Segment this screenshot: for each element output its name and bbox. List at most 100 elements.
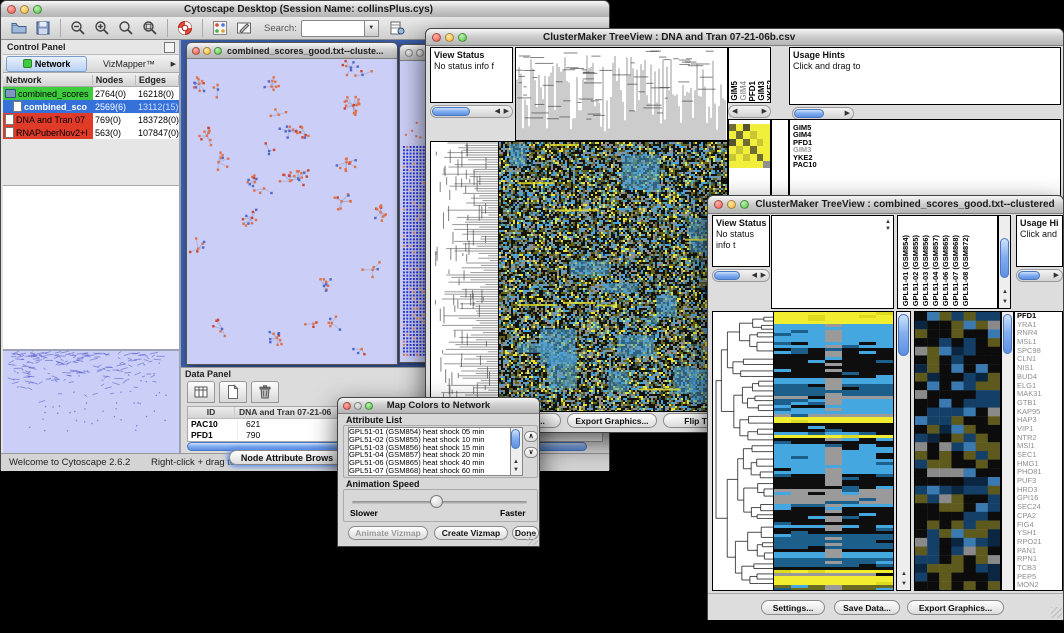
matrix-cell[interactable] [763,124,770,131]
array-label[interactable]: GPL51-08 (GSM872) [962,235,970,306]
network-canvas[interactable] [187,58,395,362]
array-label[interactable]: GIM3 [758,81,766,101]
tv2-column-labels[interactable]: GPL51-01 (GSM854)GPL51-02 (GSM855) GPL51-… [897,215,998,309]
network-name-cell[interactable]: RNAPuberNov2+I [3,126,93,139]
column-header[interactable]: Edges [136,75,179,85]
close-button[interactable] [714,200,723,209]
matrix-cell[interactable] [729,146,736,153]
close-button[interactable] [192,47,200,55]
move-down-button[interactable]: ∨ [524,447,538,458]
close-button[interactable] [432,33,441,42]
array-label[interactable]: GPL51-04 (GSM857) [932,235,940,306]
matrix-cell[interactable] [750,154,757,161]
matrix-cell[interactable] [743,139,750,146]
resize-grip[interactable] [527,534,538,545]
matrix-cell[interactable] [763,161,770,168]
network-overview-canvas[interactable] [3,351,177,451]
attribute-list-item[interactable]: GPL51-07 (GSM868) heat shock 60 min [349,467,511,475]
minimize-button[interactable] [416,49,424,57]
matrix-cell[interactable] [763,146,770,153]
window-controls[interactable] [1,5,48,14]
resize-grip[interactable] [1051,607,1062,618]
attribute-list[interactable]: GPL51-01 (GSM854) heat shock 05 minGPL51… [348,427,512,476]
column-header[interactable]: Nodes [93,75,136,85]
scroll-right-arrow[interactable]: ▶ [762,108,767,116]
close-button[interactable] [343,402,351,410]
matrix-cell[interactable] [757,154,764,161]
matrix-cell[interactable] [736,124,743,131]
new-doc-icon[interactable] [219,381,247,403]
array-label[interactable]: GPL51-02 (GSM855) [912,235,920,306]
network-table-icon[interactable] [385,17,409,39]
tv1-array-dendrogram[interactable] [515,47,728,141]
array-label[interactable]: GPL51-01 (GSM854) [902,235,910,306]
column-header[interactable]: Network [3,75,93,85]
scroll-up-arrow[interactable]: ▲ [513,458,519,466]
scroll-down-arrow[interactable]: ▼ [885,225,891,233]
table-row[interactable]: combined_scores2764(0)16218(0) [3,87,179,100]
matrix-cell[interactable] [757,139,764,146]
matrix-cell[interactable] [757,124,764,131]
tv2-array-dendrogram[interactable]: ▲ ▼ [771,215,894,309]
zoom-button[interactable] [740,200,749,209]
network-name-cell[interactable]: combined_sco [3,100,93,113]
array-label[interactable]: GPL51-07 (GSM868) [952,235,960,306]
zoom-button[interactable] [458,33,467,42]
zoom-fit-icon[interactable] [138,17,162,39]
tv1-gene-dendrogram[interactable] [430,141,499,412]
tv1-collabel-scrollbar[interactable]: ◀ ▶ [728,105,771,118]
matrix-cell[interactable] [743,161,750,168]
scroll-right-arrow[interactable]: ▶ [504,108,509,116]
minimize-button[interactable] [727,200,736,209]
tab-network[interactable]: Network [6,56,87,72]
matrix-cell[interactable] [763,139,770,146]
matrix-cell[interactable] [757,146,764,153]
tv2-hints-scrollbar[interactable]: ▶ [1016,269,1063,282]
vizmapper-icon[interactable] [208,17,232,39]
search-input[interactable] [301,20,365,37]
tv2-collabel-scrollbar[interactable]: ▲ ▼ [998,215,1011,309]
treeview2-titlebar[interactable]: ClusterMaker TreeView : combined_scores_… [708,196,1063,214]
gene-label[interactable]: PAC10 [793,161,817,168]
tv2-heatmap[interactable] [773,311,894,591]
tv2-button-1[interactable]: Save Data... [834,600,900,615]
array-label[interactable]: GPL51-06 (GSM865) [942,235,950,306]
zoom-button[interactable] [214,47,222,55]
matrix-cell[interactable] [736,139,743,146]
network-overview[interactable] [3,349,179,453]
tab-overflow-arrow[interactable]: ▶ [171,60,176,68]
tab-vizmapper[interactable]: VizMapper™ [89,59,168,69]
tv1-status-scrollbar[interactable]: ◀ ▶ [430,105,513,118]
matrix-cell[interactable] [763,154,770,161]
array-label[interactable]: YKE2 [767,80,771,101]
animate-vizmap-button[interactable]: Animate Vizmap [348,526,428,540]
table-tab-icon[interactable] [187,381,215,403]
matrix-cell[interactable] [750,124,757,131]
network-name-cell[interactable]: combined_scores [3,87,93,100]
array-label[interactable]: GIM5 [731,81,739,101]
matrix-cell[interactable] [736,161,743,168]
scroll-left-arrow[interactable]: ◀ [495,108,500,116]
matrix-cell[interactable] [743,131,750,138]
matrix-cell[interactable] [750,161,757,168]
zoom-in-icon[interactable] [90,17,114,39]
scroll-up-arrow[interactable]: ▲ [901,570,907,578]
treeview1-titlebar[interactable]: ClusterMaker TreeView : DNA and Tran 07-… [426,29,1063,46]
matrix-cell[interactable] [757,161,764,168]
cytoscape-titlebar[interactable]: Cytoscape Desktop (Session Name: collins… [1,1,609,18]
speed-slider-thumb[interactable] [430,495,443,508]
tv2-status-scrollbar[interactable]: ◀ ▶ [712,269,770,282]
matrix-cell[interactable] [743,124,750,131]
tv1-column-labels[interactable]: GIM5GIM4PFD1GIM3YKE2PAC10 [728,47,771,103]
minimize-button[interactable] [203,47,211,55]
matrix-cell[interactable] [750,146,757,153]
zoom-out-icon[interactable] [66,17,90,39]
matrix-cell[interactable] [750,139,757,146]
table-row[interactable]: DNA and Tran 07769(0)183728(0) [3,113,179,126]
array-label[interactable]: GIM4 [740,81,748,101]
float-panel-icon[interactable] [164,42,175,53]
matrix-cell[interactable] [729,139,736,146]
network-name-cell[interactable]: DNA and Tran 07 [3,113,93,126]
scroll-left-arrow[interactable]: ◀ [752,272,757,280]
array-label[interactable]: PFD1 [749,81,757,101]
